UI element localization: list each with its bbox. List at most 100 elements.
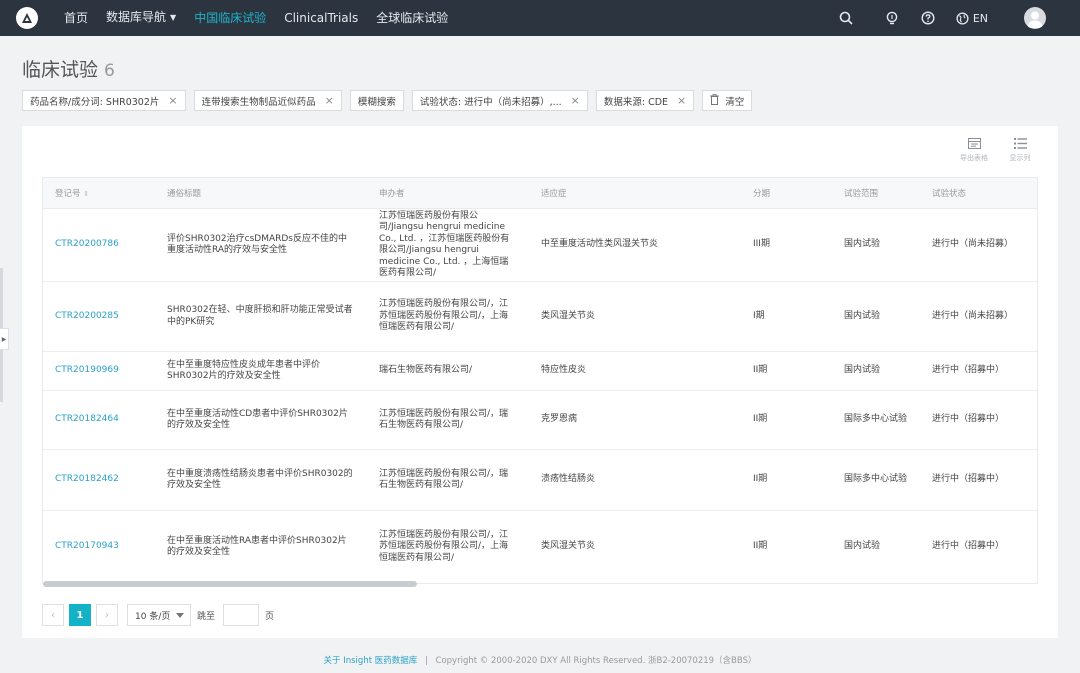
trial-id-link[interactable]: CTR20170943 xyxy=(43,541,155,553)
filter-chip-label: 试验状态: 进行中（尚未招募）,... xyxy=(419,96,562,108)
filter-chip-biosimilar[interactable]: 连带搜索生物制品近似药品 × xyxy=(193,90,342,111)
trial-indication: 中至重度活动性类风湿关节炎 xyxy=(541,239,659,250)
trial-status: 进行中（招募中） xyxy=(932,541,1005,552)
filter-chip-label: 数据来源: CDE xyxy=(603,96,669,108)
export-table-label: 导出表格 xyxy=(960,154,988,162)
filter-chips: 药品名称/成分词: SHR0302片 × 连带搜索生物制品近似药品 × 模糊搜索 试… xyxy=(22,90,760,111)
trial-scope: 国内试验 xyxy=(844,310,881,321)
trial-scope: 国内试验 xyxy=(844,365,881,376)
prev-page-button[interactable]: ‹ xyxy=(42,604,64,626)
trial-sponsor: 江苏恒瑞医药股份有限公司/，江苏恒瑞医药股份有限公司/，上海恒瑞医药有限公司/ xyxy=(379,299,509,333)
filter-chip-drug-name[interactable]: 药品名称/成分词: SHR0302片 × xyxy=(22,90,186,111)
footer-about-link[interactable]: 关于 Insight 医药数据库 xyxy=(324,656,418,666)
result-count: 6 xyxy=(104,61,115,81)
trial-id-link[interactable]: CTR20190969 xyxy=(43,365,155,377)
footer-separator: | xyxy=(424,656,428,666)
chevron-down-icon: ▼ xyxy=(170,13,177,22)
chevron-down-icon xyxy=(176,613,184,618)
expand-sidebar-button[interactable]: ▶ xyxy=(0,328,9,350)
trial-indication: 类风湿关节炎 xyxy=(541,310,596,321)
filter-chip-label: 药品名称/成分词: SHR0302片 xyxy=(30,96,160,108)
next-page-button[interactable]: › xyxy=(96,604,118,626)
globe-icon xyxy=(956,11,969,25)
help-icon[interactable] xyxy=(920,10,936,26)
trial-indication: 克罗恩病 xyxy=(541,414,578,425)
trial-scope: 国际多中心试验 xyxy=(844,474,908,485)
nav-china-trials[interactable]: 中国临床试验 xyxy=(194,0,266,36)
trial-title: 在中重度溃疡性结肠炎患者中评价SHR0302的疗效及安全性 xyxy=(167,468,353,491)
col-header-id[interactable]: 登记号 ⇕ xyxy=(43,187,155,199)
display-columns-button[interactable]: 显示列 xyxy=(1002,138,1038,163)
avatar[interactable] xyxy=(1024,7,1046,29)
trial-sponsor: 瑞石生物医药有限公司/ xyxy=(379,365,473,376)
page-size-value: 10 条/页 xyxy=(135,611,171,622)
page-size-select[interactable]: 10 条/页 xyxy=(127,604,191,626)
top-nav: 首页 数据库导航 ▼ 中国临床试验 ClinicalTrials 全球临床试验 E… xyxy=(0,0,1080,36)
jump-page-input[interactable] xyxy=(223,604,260,626)
trial-sponsor: 江苏恒瑞医药股份有限公司/，江苏恒瑞医药股份有限公司/，上海恒瑞医药有限公司/ xyxy=(379,529,509,563)
trial-phase: II期 xyxy=(753,365,768,376)
close-icon[interactable]: × xyxy=(325,94,334,107)
trial-sponsor: 江苏恒瑞医药股份有限公司/，瑞石生物医药有限公司/ xyxy=(379,408,509,431)
trial-title: 在中至重度特应性皮炎成年患者中评价SHR0302片的疗效及安全性 xyxy=(167,359,321,382)
search-icon[interactable] xyxy=(838,10,854,26)
trial-title: SHR0302在轻、中度肝损和肝功能正常受试者中的PK研究 xyxy=(167,305,353,327)
clear-filters-button[interactable]: 清空 xyxy=(702,90,753,111)
page-unit-label: 页 xyxy=(265,611,275,622)
nav-clinicaltrials[interactable]: ClinicalTrials xyxy=(284,0,358,36)
table-row: CTR20200285 SHR0302在轻、中度肝损和肝功能正常受试者中的PK研… xyxy=(43,282,1037,352)
nav-right: EN xyxy=(838,0,1080,36)
export-icon xyxy=(967,138,981,149)
trial-id-link[interactable]: CTR20182462 xyxy=(43,474,155,486)
footer: 关于 Insight 医药数据库 | Copyright © 2000-2020… xyxy=(0,654,1080,666)
language-switch[interactable]: EN xyxy=(956,12,988,25)
trial-phase: I期 xyxy=(753,310,765,321)
horizontal-scrollbar[interactable] xyxy=(43,581,1037,587)
filter-chip-data-source[interactable]: 数据来源: CDE × xyxy=(595,90,695,111)
table-row: CTR20190969 在中至重度特应性皮炎成年患者中评价SHR0302片的疗效… xyxy=(43,352,1037,391)
lightbulb-icon[interactable] xyxy=(884,10,900,26)
list-icon xyxy=(1013,138,1027,149)
trial-title: 在中至重度活动性CD患者中评价SHR0302片的疗效及安全性 xyxy=(167,408,348,431)
nav-database-menu[interactable]: 数据库导航 ▼ xyxy=(106,0,176,37)
trial-status: 进行中（招募中） xyxy=(932,474,1005,485)
page-button-current[interactable]: 1 xyxy=(69,604,91,626)
trial-phase: II期 xyxy=(753,414,768,425)
trial-scope: 国际多中心试验 xyxy=(844,414,908,425)
nav-links: 首页 数据库导航 ▼ 中国临床试验 ClinicalTrials 全球临床试验 xyxy=(64,0,466,36)
col-header-sponsor: 申办者 xyxy=(379,189,405,199)
close-icon[interactable]: × xyxy=(168,94,177,107)
trial-indication: 特应性皮炎 xyxy=(541,365,587,376)
table-row: CTR20182464 在中至重度活动性CD患者中评价SHR0302片的疗效及安… xyxy=(43,391,1037,450)
trial-title: 评价SHR0302治疗csDMARDs反应不佳的中重度活动性RA的疗效与安全性 xyxy=(167,233,348,256)
jump-label: 跳至 xyxy=(197,611,216,622)
filter-chip-trial-status[interactable]: 试验状态: 进行中（尚未招募）,... × xyxy=(411,90,588,111)
trial-title: 在中至重度活动性RA患者中评价SHR0302片的疗效及安全性 xyxy=(167,535,347,558)
trial-id-link[interactable]: CTR20200786 xyxy=(43,239,155,251)
results-card: 导出表格 显示列 登记号 ⇕ 通俗标题 申办者 适应症 分期 试验范围 试验状态… xyxy=(22,126,1058,638)
footer-copyright: Copyright © 2000-2020 DXY All Rights Res… xyxy=(435,656,757,666)
trial-status: 进行中（尚未招募） xyxy=(932,239,1014,250)
trials-table: 登记号 ⇕ 通俗标题 申办者 适应症 分期 试验范围 试验状态 CTR20200… xyxy=(42,177,1038,584)
trial-status: 进行中（招募中） xyxy=(932,365,1005,376)
filter-chip-fuzzy-search[interactable]: 模糊搜索 xyxy=(349,90,404,111)
close-icon[interactable]: × xyxy=(677,94,686,107)
nav-global-trials[interactable]: 全球临床试验 xyxy=(376,0,448,36)
col-header-phase: 分期 xyxy=(753,189,771,199)
col-header-title: 通俗标题 xyxy=(167,189,202,199)
trial-scope: 国内试验 xyxy=(844,239,881,250)
trial-scope: 国内试验 xyxy=(844,541,881,552)
export-table-button[interactable]: 导出表格 xyxy=(956,138,992,163)
nav-home[interactable]: 首页 xyxy=(64,0,88,36)
scrollbar-thumb[interactable] xyxy=(43,581,417,587)
trial-phase: II期 xyxy=(753,541,768,552)
close-icon[interactable]: × xyxy=(571,94,580,107)
table-tools: 导出表格 显示列 xyxy=(946,138,1038,163)
logo[interactable] xyxy=(16,7,38,29)
table-header: 登记号 ⇕ 通俗标题 申办者 适应症 分期 试验范围 试验状态 xyxy=(43,178,1037,209)
trial-id-link[interactable]: CTR20200285 xyxy=(43,311,155,323)
sort-icon[interactable]: ⇕ xyxy=(83,190,89,198)
language-label: EN xyxy=(972,11,988,25)
filter-chip-label: 连带搜索生物制品近似药品 xyxy=(201,96,316,108)
trial-id-link[interactable]: CTR20182464 xyxy=(43,414,155,426)
